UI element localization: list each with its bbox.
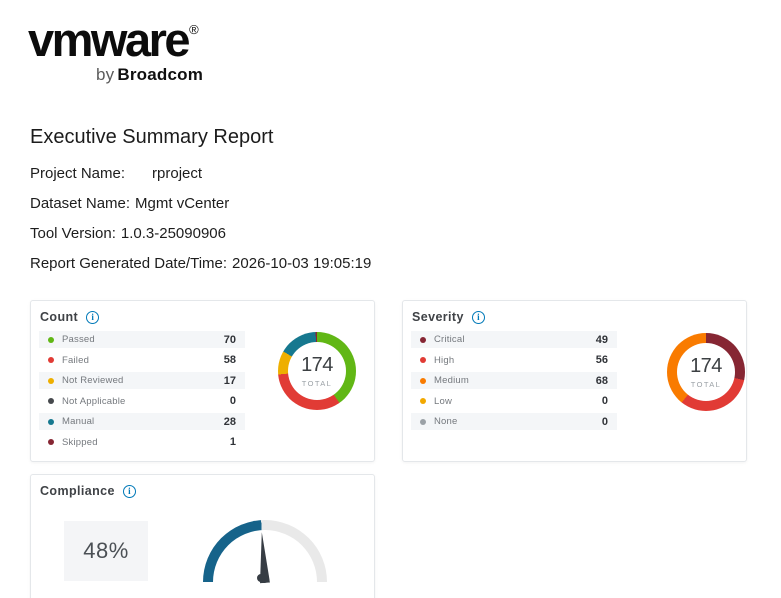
legend-color-dot: [420, 337, 426, 343]
dataset-name-label: Dataset Name:: [30, 195, 130, 212]
meta-project-name: Project Name: rproject: [30, 165, 202, 182]
project-name-label: Project Name:: [30, 165, 125, 182]
meta-tool-version: Tool Version: 1.0.3-25090906: [30, 225, 226, 242]
legend-row: Skipped1: [39, 434, 245, 451]
compliance-card: Compliance i 48%: [30, 474, 375, 598]
gauge-needle-hub: [257, 574, 265, 582]
count-total-label: TOTAL: [302, 379, 332, 388]
info-icon[interactable]: i: [86, 311, 99, 324]
legend-value: 49: [596, 334, 608, 346]
legend-label: Failed: [62, 355, 224, 366]
legend-label: Medium: [434, 375, 596, 386]
legend-value: 1: [230, 436, 236, 448]
info-icon[interactable]: i: [472, 311, 485, 324]
count-card-header: Count i: [40, 310, 99, 324]
meta-report-generated: Report Generated Date/Time: 2026-10-03 19…: [30, 255, 371, 272]
legend-label: Skipped: [62, 437, 230, 448]
legend-value: 0: [602, 416, 608, 428]
legend-row: Failed58: [39, 352, 245, 369]
legend-label: Not Applicable: [62, 396, 230, 407]
legend-value: 0: [230, 395, 236, 407]
executive-summary-page: vmware® byBroadcom Executive Summary Rep…: [0, 0, 781, 598]
legend-value: 17: [224, 375, 236, 387]
project-name-value: rproject: [152, 165, 202, 182]
tool-version-value: 1.0.3-25090906: [121, 225, 226, 242]
byline-broadcom-text: Broadcom: [117, 65, 203, 84]
byline-by-text: by: [96, 65, 114, 84]
page-title: Executive Summary Report: [30, 126, 273, 149]
legend-row: High56: [411, 352, 617, 369]
severity-card: Severity i Critical49High56Medium68Low0N…: [402, 300, 747, 462]
legend-value: 58: [224, 354, 236, 366]
legend-color-dot: [420, 378, 426, 384]
legend-color-dot: [48, 398, 54, 404]
compliance-card-title: Compliance: [40, 484, 115, 498]
severity-total-label: TOTAL: [691, 380, 721, 389]
legend-row: None0: [411, 413, 617, 430]
legend-label: Passed: [62, 334, 224, 345]
legend-color-dot: [420, 357, 426, 363]
severity-donut-center: 174 TOTAL: [667, 333, 745, 411]
count-donut-center: 174 TOTAL: [278, 332, 356, 410]
vmware-wordmark: vmware®: [28, 16, 203, 63]
legend-row: Critical49: [411, 331, 617, 348]
count-card-title: Count: [40, 310, 78, 324]
legend-color-dot: [420, 419, 426, 425]
severity-total-value: 174: [690, 355, 722, 378]
severity-donut-chart: 174 TOTAL: [667, 333, 745, 411]
legend-row: Low0: [411, 393, 617, 410]
registered-trademark-symbol: ®: [189, 22, 199, 37]
legend-value: 0: [602, 395, 608, 407]
legend-value: 70: [224, 334, 236, 346]
legend-color-dot: [48, 337, 54, 343]
legend-label: None: [434, 416, 602, 427]
legend-value: 68: [596, 375, 608, 387]
legend-row: Medium68: [411, 372, 617, 389]
legend-label: Critical: [434, 334, 596, 345]
legend-label: High: [434, 355, 596, 366]
legend-label: Not Reviewed: [62, 375, 224, 386]
count-total-value: 174: [301, 354, 333, 377]
compliance-percentage-value: 48%: [83, 538, 129, 564]
vmware-logo-text: vmware: [28, 13, 188, 66]
count-card: Count i Passed70Failed58Not Reviewed17No…: [30, 300, 375, 462]
legend-color-dot: [48, 419, 54, 425]
meta-dataset-name: Dataset Name: Mgmt vCenter: [30, 195, 229, 212]
legend-value: 56: [596, 354, 608, 366]
legend-value: 28: [224, 416, 236, 428]
legend-color-dot: [48, 357, 54, 363]
broadcom-byline: byBroadcom: [96, 65, 203, 85]
count-legend: Passed70Failed58Not Reviewed17Not Applic…: [39, 331, 245, 454]
legend-label: Low: [434, 396, 602, 407]
legend-color-dot: [420, 398, 426, 404]
report-generated-label: Report Generated Date/Time:: [30, 255, 227, 272]
legend-row: Passed70: [39, 331, 245, 348]
vmware-logo: vmware® byBroadcom: [28, 16, 203, 85]
severity-card-header: Severity i: [412, 310, 485, 324]
report-generated-value: 2026-10-03 19:05:19: [232, 255, 371, 272]
legend-color-dot: [48, 439, 54, 445]
legend-row: Manual28: [39, 413, 245, 430]
tool-version-label: Tool Version:: [30, 225, 116, 242]
compliance-percentage-box: 48%: [64, 521, 148, 581]
legend-label: Manual: [62, 416, 224, 427]
severity-legend: Critical49High56Medium68Low0None0: [411, 331, 617, 434]
compliance-card-header: Compliance i: [40, 484, 136, 498]
info-icon[interactable]: i: [123, 485, 136, 498]
legend-row: Not Applicable0: [39, 393, 245, 410]
dataset-name-value: Mgmt vCenter: [135, 195, 229, 212]
legend-row: Not Reviewed17: [39, 372, 245, 389]
severity-card-title: Severity: [412, 310, 464, 324]
count-donut-chart: 174 TOTAL: [278, 332, 356, 410]
legend-color-dot: [48, 378, 54, 384]
